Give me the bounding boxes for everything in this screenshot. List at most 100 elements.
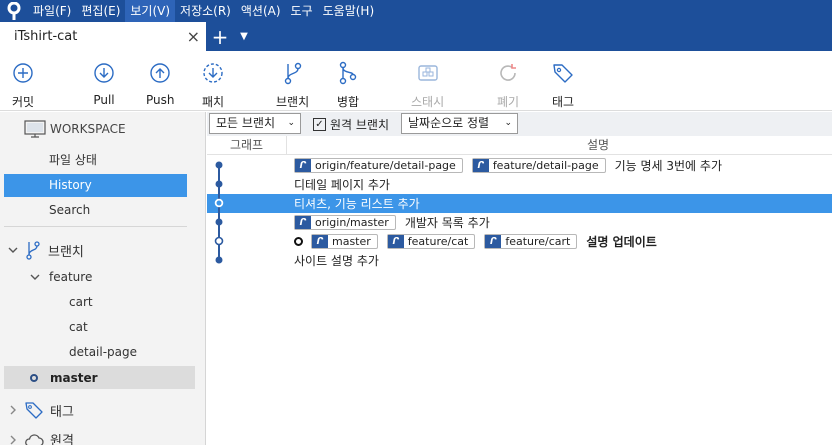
branch-icon: ᒋ [387,235,404,248]
graph-node [215,256,223,264]
fetch-label: 패치 [202,95,225,109]
branch-ref[interactable]: ᒋ feature/cart [484,234,578,249]
graph-node [215,180,223,188]
commit-row-selected[interactable]: 티셔츠, 기능 리스트 추가 [207,194,832,213]
menu-actions[interactable]: 액션(A) [236,0,286,22]
tab-repository[interactable]: iTshirt-cat × [0,22,206,51]
sidebar-section-remotes[interactable]: 원격 [8,430,74,445]
menu-help[interactable]: 도움말(H) [318,0,380,22]
fetch-icon [202,61,224,85]
graph-node [215,218,223,226]
sidebar: WORKSPACE 파일 상태 History Search 브랜치 featu… [0,112,206,445]
sort-value: 날짜순으로 정렬 [408,116,490,130]
chevron-down-icon: ⌄ [287,118,295,128]
menu-tools[interactable]: 도구 [286,0,318,22]
commit-row[interactable]: 사이트 설명 추가 [207,251,832,270]
tag-icon [25,402,43,419]
tag-button[interactable]: 태그 [552,61,574,110]
discard-label: 폐기 [497,95,520,109]
branch-ref[interactable]: ᒋ master [311,234,378,249]
branch-ref[interactable]: ᒋ origin/feature/detail-page [294,158,463,173]
menu-file[interactable]: 파일(F) [28,0,76,22]
branch-ref[interactable]: ᒋ feature/detail-page [471,158,606,173]
column-graph[interactable]: 그래프 [207,136,287,155]
sidebar-item-file-status[interactable]: 파일 상태 [4,149,187,172]
sort-dropdown[interactable]: 날짜순으로 정렬 ⌄ [401,113,518,134]
discard-button[interactable]: 폐기 [497,61,519,110]
branch-label: 브랜치 [276,95,310,109]
commit-message: 사이트 설명 추가 [294,254,379,268]
stash-label: 스태시 [411,95,445,109]
tab-menu-icon[interactable]: ▼ [234,22,254,51]
branch-filter-dropdown[interactable]: 모든 브랜치 ⌄ [209,113,301,134]
branch-folder-feature[interactable]: feature [30,270,92,284]
ref-label: origin/master [315,216,389,229]
branch-item-detail-page[interactable]: detail-page [69,345,137,359]
push-icon [149,61,171,85]
branch-ref[interactable]: ᒋ feature/cat [386,234,476,249]
push-button[interactable]: Push [146,61,175,107]
column-description[interactable]: 설명 [587,136,609,155]
ref-label: master [332,235,371,248]
menu-view[interactable]: 보기(V) [125,0,176,22]
sidebar-item-history[interactable]: History [4,174,187,197]
master-label: master [50,370,98,385]
chevron-right-icon [10,405,16,415]
merge-button[interactable]: 병합 [337,61,359,110]
commit-label: 커밋 [12,95,35,109]
toolbar: 커밋 Pull Push 패치 브랜치 병합 스태시 폐기 태그 [0,51,832,111]
pull-label: Pull [93,93,115,107]
branch-icon [26,241,40,260]
ref-label: feature/cat [407,235,469,248]
close-icon[interactable]: × [187,27,200,46]
checkbox-checked-icon[interactable]: ✓ [313,118,326,131]
tab-bar: iTshirt-cat × + ▼ [0,22,832,51]
commit-icon [12,61,34,85]
discard-icon [497,61,519,85]
remote-branches-toggle[interactable]: ✓ 원격 브랜치 [313,116,389,133]
commit-graph [214,161,224,264]
menu-edit[interactable]: 편집(E) [76,0,125,22]
commit-row[interactable]: 디테일 페이지 추가 [207,175,832,194]
branch-icon: ᒋ [295,159,311,172]
branch-ref[interactable]: ᒋ origin/master [294,215,396,230]
branch-item-master[interactable]: master [4,366,195,389]
commit-row[interactable]: ᒋ origin/feature/detail-page ᒋ feature/det… [207,156,832,175]
ref-label: feature/cart [505,235,571,248]
commit-row[interactable]: ᒋ origin/master 개발자 목록 추가 [207,213,832,232]
commit-row[interactable]: ᒋ master ᒋ feature/cat ᒋ feature/cart 설명 업데… [207,232,832,251]
commit-message: 디테일 페이지 추가 [294,178,390,192]
branch-filter-value: 모든 브랜치 [216,116,276,130]
commit-message: 설명 업데이트 [586,235,657,249]
branch-button[interactable]: 브랜치 [276,61,309,110]
sidebar-section-tags[interactable]: 태그 [8,400,74,420]
ref-label: feature/detail-page [492,159,599,172]
merge-label: 병합 [337,95,360,109]
graph-node [215,161,223,169]
chevron-down-icon [8,247,18,253]
app-logo-icon[interactable] [0,0,28,22]
sidebar-section-branches[interactable]: 브랜치 [8,240,84,260]
feature-label: feature [49,270,93,284]
branch-item-cart[interactable]: cart [69,295,93,309]
stash-icon [417,61,439,85]
branch-icon [282,61,304,85]
graph-node-selected-inner [216,200,222,206]
menu-bar: 파일(F) 편집(E) 보기(V) 저장소(R) 액션(A) 도구 도움말(H) [0,0,832,22]
menu-repository[interactable]: 저장소(R) [175,0,236,22]
fetch-button[interactable]: 패치 [202,61,224,110]
tags-label: 태그 [50,404,74,420]
stash-button[interactable]: 스태시 [411,61,444,110]
head-indicator-icon [294,237,303,246]
commit-message: 티셔츠, 기능 리스트 추가 [294,197,420,211]
pull-button[interactable]: Pull [93,61,115,107]
remotes-label: 원격 [50,434,74,445]
workspace-label: WORKSPACE [50,122,126,136]
add-tab-icon[interactable]: + [206,22,234,51]
remote-branches-label: 원격 브랜치 [330,118,390,132]
sidebar-item-search[interactable]: Search [4,199,187,222]
ref-label: origin/feature/detail-page [315,159,456,172]
commit-button[interactable]: 커밋 [12,61,34,110]
commit-message: 개발자 목록 추가 [404,216,490,230]
branch-item-cat[interactable]: cat [69,320,88,334]
